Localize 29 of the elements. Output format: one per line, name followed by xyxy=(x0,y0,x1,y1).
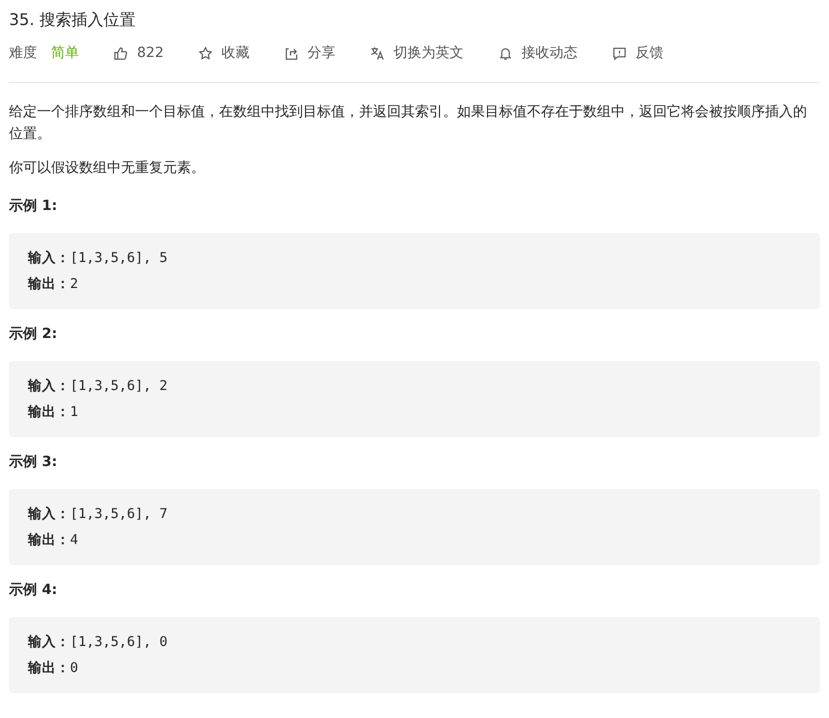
code-line: 输入：[1,3,5,6], 2 xyxy=(28,377,169,396)
code-line: 输入：[1,3,5,6], 0 xyxy=(28,633,169,652)
translate-icon[interactable] xyxy=(370,46,385,60)
difficulty-value: 简单 xyxy=(51,44,79,62)
code-line: 输入：[1,3,5,6], 5 xyxy=(28,249,169,268)
description-text: 给定一个排序数组和一个目标值，在数组中找到目标值，并返回其索引。如果目标值不存在于数组中，返回它将会被按顺序插入的位置。 xyxy=(9,103,808,144)
example-heading: 示例 3: xyxy=(9,453,58,471)
feedback-icon[interactable] xyxy=(612,46,627,60)
star-icon[interactable] xyxy=(198,46,213,60)
code-line: 输出：4 xyxy=(28,531,80,550)
difficulty-label: 难度 xyxy=(9,44,37,62)
action-link[interactable]: 切换为英文 xyxy=(394,44,464,62)
bell-icon[interactable] xyxy=(498,46,513,60)
example-heading: 示例 4: xyxy=(9,581,58,599)
action-link[interactable]: 收藏 xyxy=(222,44,250,62)
share-icon[interactable] xyxy=(284,46,299,60)
action-link[interactable]: 分享 xyxy=(308,44,336,62)
code-line: 输出：1 xyxy=(28,403,80,422)
description-text: 你可以假设数组中无重复元素。 xyxy=(9,159,206,178)
problem-title: 35. 搜索插入位置 xyxy=(9,9,137,31)
action-link[interactable]: 反馈 xyxy=(636,44,664,62)
action-link[interactable]: 822 xyxy=(137,45,164,61)
code-line: 输出：2 xyxy=(28,275,80,294)
example-heading: 示例 2: xyxy=(9,325,58,343)
example-heading: 示例 1: xyxy=(9,197,58,215)
code-line: 输出：0 xyxy=(28,659,80,678)
thumbs-up-icon[interactable] xyxy=(113,46,128,60)
action-link[interactable]: 接收动态 xyxy=(522,44,578,62)
code-line: 输入：[1,3,5,6], 7 xyxy=(28,505,169,524)
